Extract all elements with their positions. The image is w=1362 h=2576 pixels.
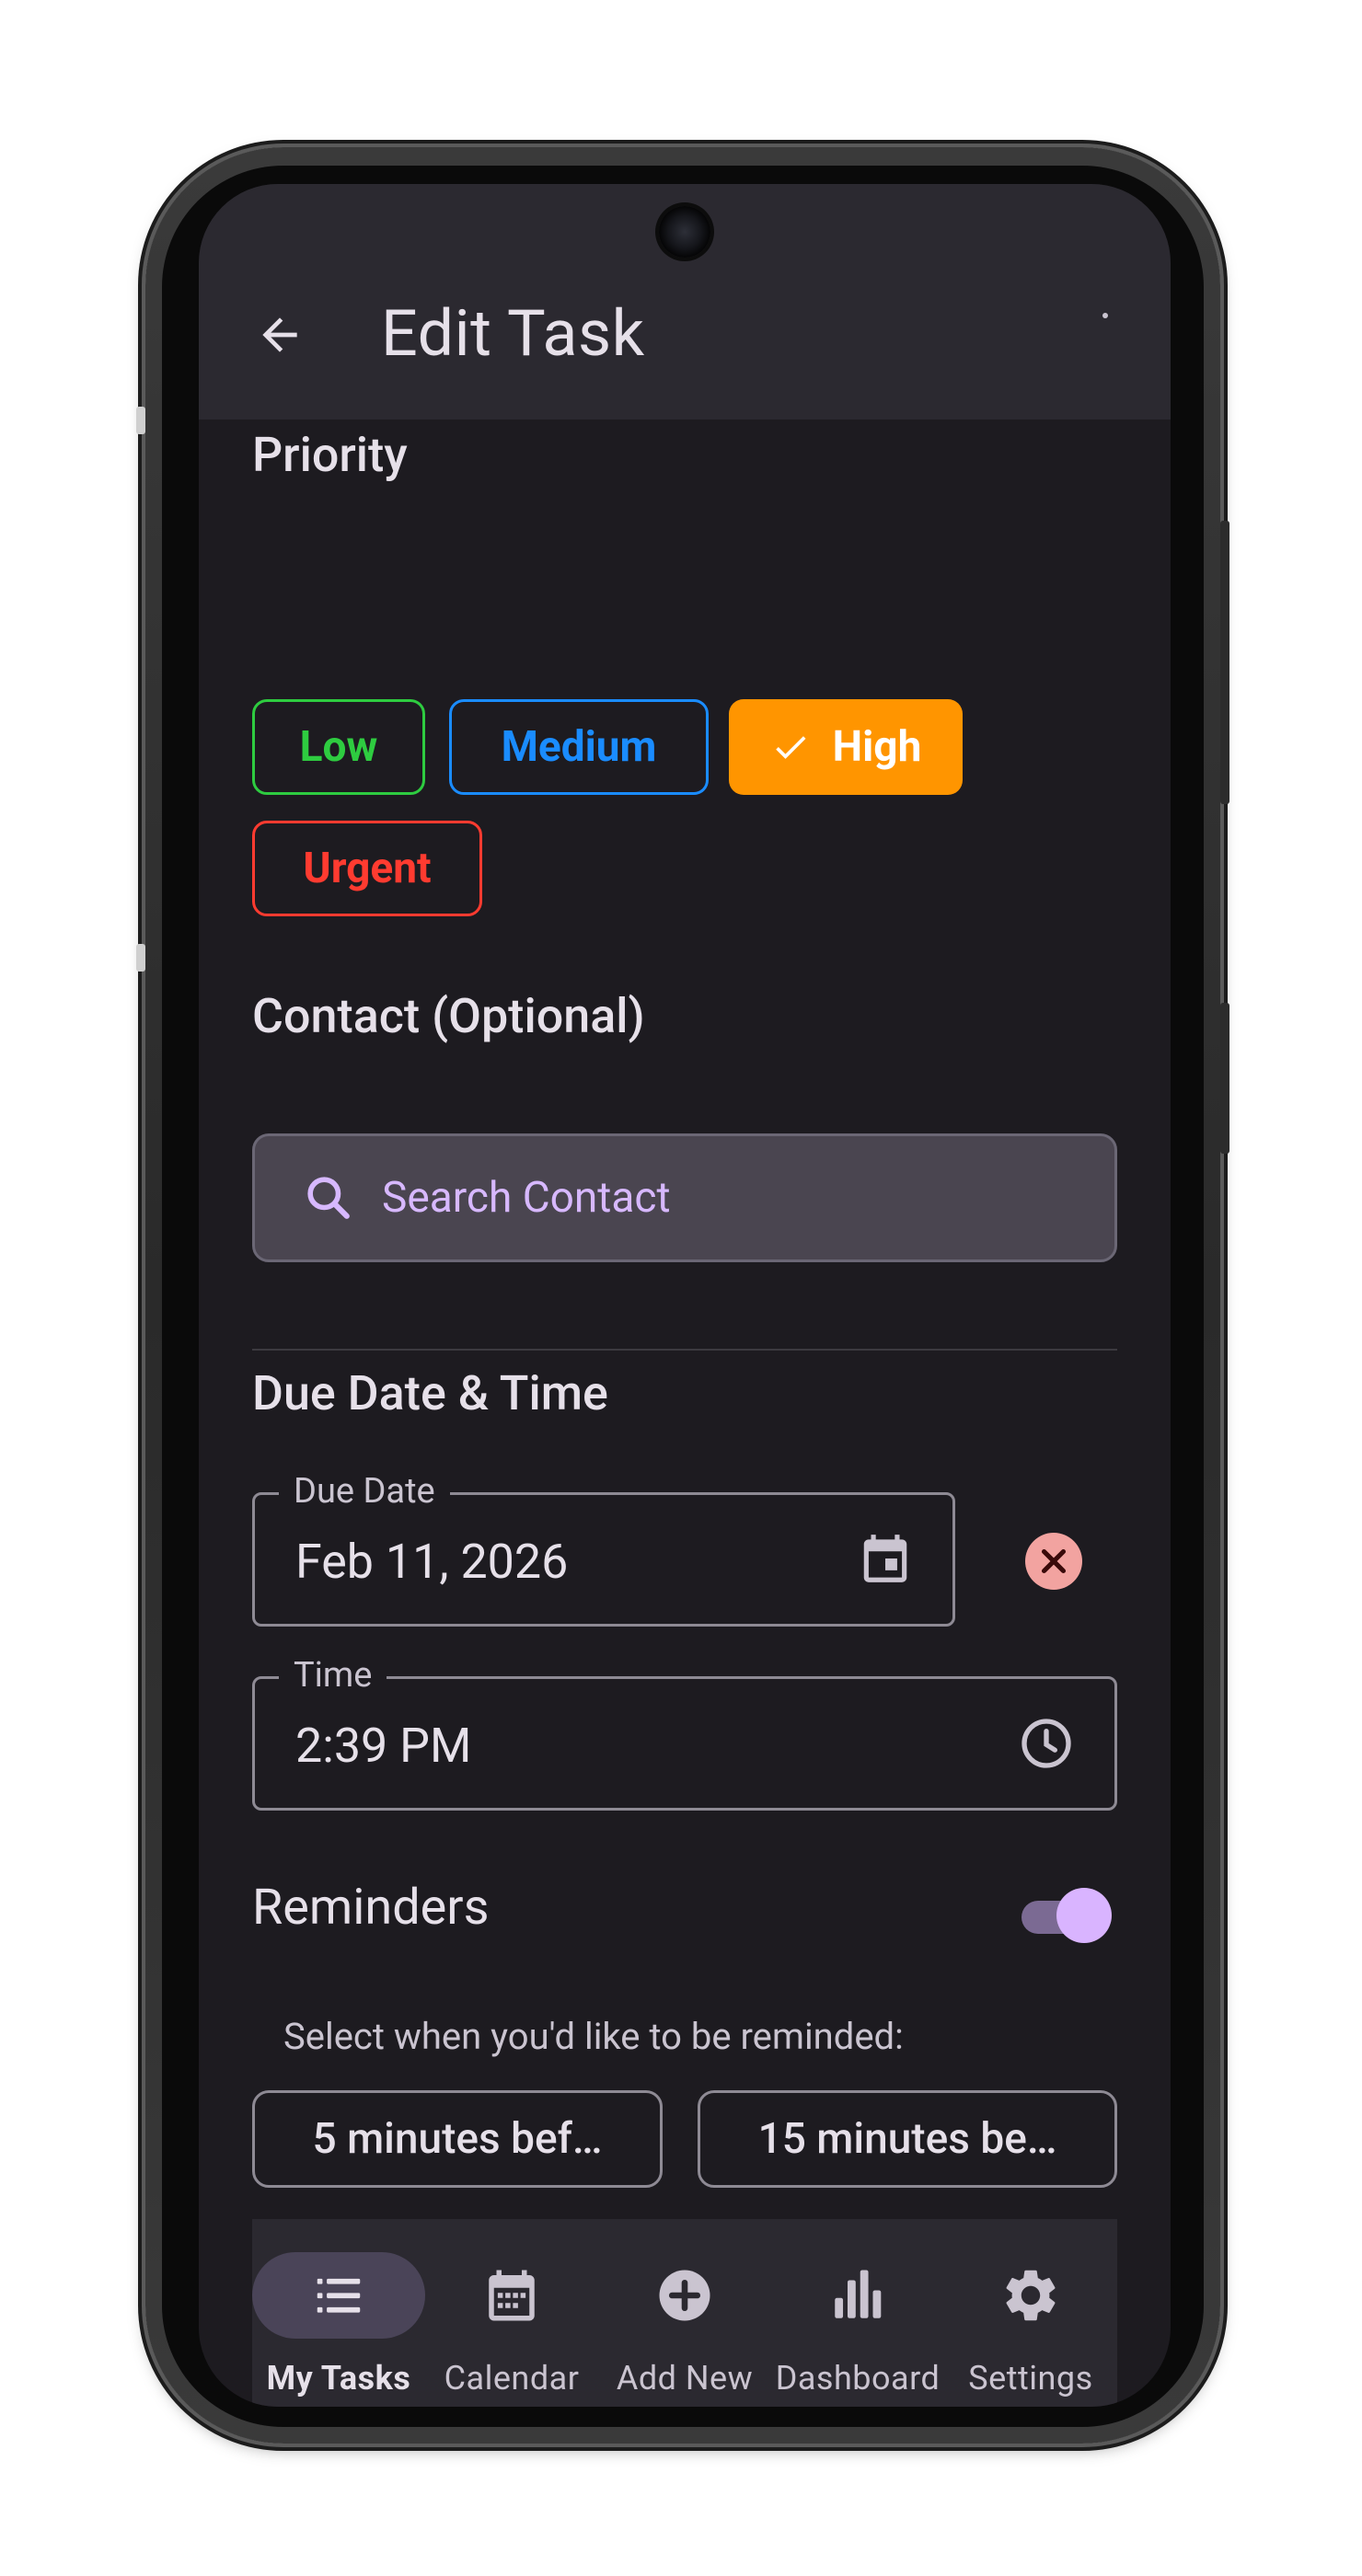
nav-icon-container — [944, 2252, 1117, 2339]
priority-label: Priority — [252, 427, 408, 483]
nav-label: Add New Task — [616, 2359, 754, 2398]
power-button — [1220, 1003, 1229, 1154]
time-value: 2:39 PM — [295, 1718, 472, 1774]
nav-item-my-tasks[interactable]: My Tasks — [252, 2219, 425, 2407]
nav-item-add-new-task[interactable]: Add New Task — [598, 2219, 771, 2407]
add-circle-icon — [659, 2270, 710, 2321]
phone-screen: Edit Task Priority Low Medium High Urgen… — [199, 184, 1171, 2407]
nav-item-settings[interactable]: Settings — [944, 2219, 1117, 2407]
list-icon — [317, 2278, 361, 2313]
reminders-hint: Select when you'd like to be reminded: — [283, 2015, 904, 2058]
reminder-option-label: 15 minutes be… — [757, 2114, 1057, 2164]
due-section-label: Due Date & Time — [252, 1365, 608, 1421]
priority-chip-label: Low — [299, 722, 378, 772]
reminder-option-15-min[interactable]: 15 minutes be… — [698, 2090, 1117, 2188]
reminders-toggle[interactable] — [1022, 1888, 1112, 1943]
toggle-thumb — [1056, 1888, 1112, 1943]
search-icon — [303, 1172, 354, 1224]
priority-chip-label: Medium — [501, 722, 657, 772]
priority-chip-label: High — [832, 722, 922, 772]
bar-chart-icon — [835, 2270, 882, 2318]
due-date-value: Feb 11, 2026 — [295, 1534, 569, 1590]
nav-icon-container — [598, 2252, 771, 2339]
nav-label: My Tasks — [266, 2359, 411, 2398]
calendar-month-icon — [489, 2270, 535, 2321]
due-date-field[interactable]: Due Date Feb 11, 2026 — [252, 1471, 955, 1627]
gear-icon — [1006, 2270, 1056, 2321]
clear-date-button[interactable] — [1025, 1533, 1082, 1590]
more-vert-icon[interactable] — [1102, 313, 1108, 318]
priority-chip-low[interactable]: Low — [252, 699, 425, 795]
bottom-navigation: My Tasks Calendar Add New Dashboard Sett… — [252, 2219, 1117, 2407]
reminders-label: Reminders — [252, 1879, 490, 1937]
priority-chip-urgent[interactable]: Urgent — [252, 821, 482, 916]
check-icon — [775, 736, 806, 759]
front-camera — [659, 206, 710, 258]
nav-icon-container — [425, 2252, 598, 2339]
frame-antenna-line — [136, 407, 145, 434]
nav-icon-container — [771, 2252, 944, 2339]
time-field[interactable]: Time 2:39 PM — [252, 1655, 1117, 1811]
reminder-option-label: 5 minutes bef… — [312, 2114, 603, 2164]
priority-chip-label: Urgent — [303, 844, 432, 893]
due-date-label: Due Date — [279, 1471, 450, 1512]
page-title: Edit Task — [381, 296, 645, 372]
nav-item-dashboard[interactable]: Dashboard — [771, 2219, 944, 2407]
contact-label: Contact (Optional) — [252, 988, 645, 1044]
back-button[interactable] — [247, 302, 313, 368]
frame-antenna-line — [136, 944, 145, 972]
reminder-option-5-min[interactable]: 5 minutes bef… — [252, 2090, 663, 2188]
time-label: Time — [279, 1655, 387, 1696]
contact-search-input[interactable]: Search Contact — [252, 1133, 1117, 1262]
priority-chip-medium[interactable]: Medium — [449, 699, 709, 795]
nav-label: Settings — [968, 2359, 1093, 2398]
nav-item-calendar[interactable]: Calendar — [425, 2219, 598, 2407]
edit-task-form: Priority Low Medium High Urgent Contact … — [199, 420, 1171, 2407]
section-divider — [252, 1349, 1117, 1351]
clock-icon[interactable] — [1017, 1714, 1076, 1773]
nav-label: Calendar — [444, 2359, 580, 2398]
close-circle-icon — [1041, 1548, 1067, 1574]
volume-button — [1220, 521, 1229, 804]
calendar-icon[interactable] — [857, 1530, 914, 1587]
nav-active-indicator — [252, 2252, 425, 2339]
nav-label: Dashboard — [775, 2359, 941, 2398]
priority-chip-high[interactable]: High — [729, 699, 963, 795]
search-placeholder: Search Contact — [382, 1173, 671, 1223]
arrow-back-icon — [262, 317, 297, 352]
